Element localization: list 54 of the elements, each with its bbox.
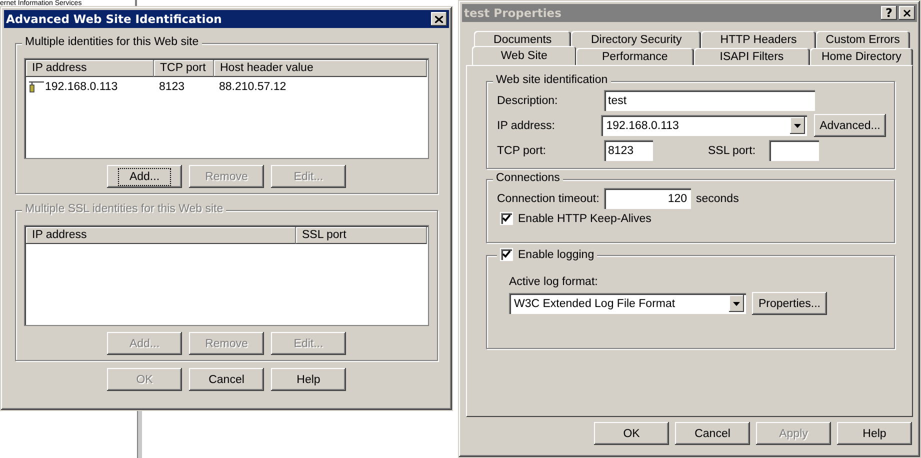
group-label: Multiple identities for this Web site	[22, 36, 202, 48]
tcp-port-field[interactable]: 8123	[604, 140, 653, 161]
group-label: Multiple SSL identities for this Web site	[22, 203, 226, 215]
ip-address-dropdown[interactable]: 192.168.0.113	[601, 115, 807, 136]
table-cell: 192.168.0.113	[45, 81, 118, 93]
group-label: Web site identification	[493, 74, 611, 86]
column-header[interactable]: IP address	[26, 60, 154, 77]
tab[interactable]: ISAPI Filters	[694, 48, 810, 65]
column-header[interactable]: Host header value	[214, 60, 427, 77]
table-cell: 8123	[159, 81, 185, 93]
ssl-port-field[interactable]	[769, 140, 819, 161]
log-format-dropdown[interactable]: W3C Extended Log File Format	[509, 293, 746, 314]
table-cell: 88.210.57.12	[219, 81, 286, 93]
tab[interactable]: Performance	[576, 48, 694, 65]
field-label: Description:	[497, 94, 559, 106]
tab[interactable]: Custom Errors	[816, 31, 910, 48]
tab[interactable]: Web Site	[472, 46, 576, 65]
column-header[interactable]: TCP port	[154, 60, 214, 77]
dropdown-arrow-icon	[794, 124, 801, 128]
properties-button[interactable]: Properties...	[752, 292, 827, 315]
dialog-button[interactable]: OK	[594, 422, 669, 445]
connector-icon	[28, 81, 44, 93]
checkbox-label: Enable HTTP Keep-Alives	[518, 212, 652, 224]
unit-label: seconds	[696, 192, 739, 204]
help-button[interactable]: ?	[881, 6, 897, 20]
field-label: Connection timeout:	[497, 192, 600, 204]
checkbox[interactable]	[500, 248, 513, 261]
close-button[interactable]: ×	[899, 6, 915, 20]
description-field[interactable]: test	[604, 90, 815, 111]
tab[interactable]: Directory Security	[571, 31, 702, 48]
dialog-button[interactable]: Help	[271, 368, 346, 391]
field-label: IP address:	[497, 120, 556, 132]
tab[interactable]: HTTP Headers	[701, 31, 816, 48]
checkmark-icon	[502, 250, 511, 259]
timeout-field[interactable]: 120	[604, 188, 691, 209]
window-title: Advanced Web Site Identification	[6, 12, 223, 26]
field-label: Active log format:	[509, 276, 599, 288]
field-label: SSL port:	[708, 144, 757, 156]
field-label: TCP port:	[497, 144, 547, 156]
dialog-button[interactable]: Cancel	[189, 368, 264, 391]
tab[interactable]: Home Directory	[810, 48, 914, 65]
list-view[interactable]: IP address TCP port Host header value 192.168.0.113 8123 88.210.57.12	[24, 58, 429, 159]
dialog-button[interactable]: Cancel	[675, 422, 750, 445]
group-label: Connections	[493, 172, 563, 184]
window-title: test Properties	[464, 6, 562, 20]
close-icon	[435, 16, 443, 22]
checkmark-icon	[502, 214, 511, 223]
dropdown-arrow-icon	[733, 302, 740, 306]
dialog-button[interactable]: Help	[837, 422, 912, 445]
close-button[interactable]	[431, 12, 447, 26]
checkbox[interactable]	[500, 212, 513, 225]
dialog-button[interactable]: Add...	[107, 165, 182, 188]
advanced-button[interactable]: Advanced...	[814, 114, 886, 137]
checkbox-label: Enable logging	[518, 248, 594, 260]
